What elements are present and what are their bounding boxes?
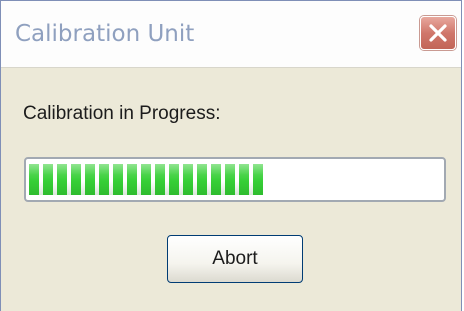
calibration-dialog: Calibration Unit Calibration in Progress… bbox=[0, 0, 462, 311]
title-bar[interactable]: Calibration Unit bbox=[1, 1, 461, 68]
progress-fill bbox=[29, 164, 263, 195]
status-label: Calibration in Progress: bbox=[23, 103, 221, 124]
close-icon bbox=[429, 24, 447, 42]
progress-bar bbox=[24, 157, 446, 202]
window-title: Calibration Unit bbox=[15, 21, 195, 47]
close-button[interactable] bbox=[420, 16, 456, 50]
abort-button[interactable]: Abort bbox=[167, 235, 303, 283]
